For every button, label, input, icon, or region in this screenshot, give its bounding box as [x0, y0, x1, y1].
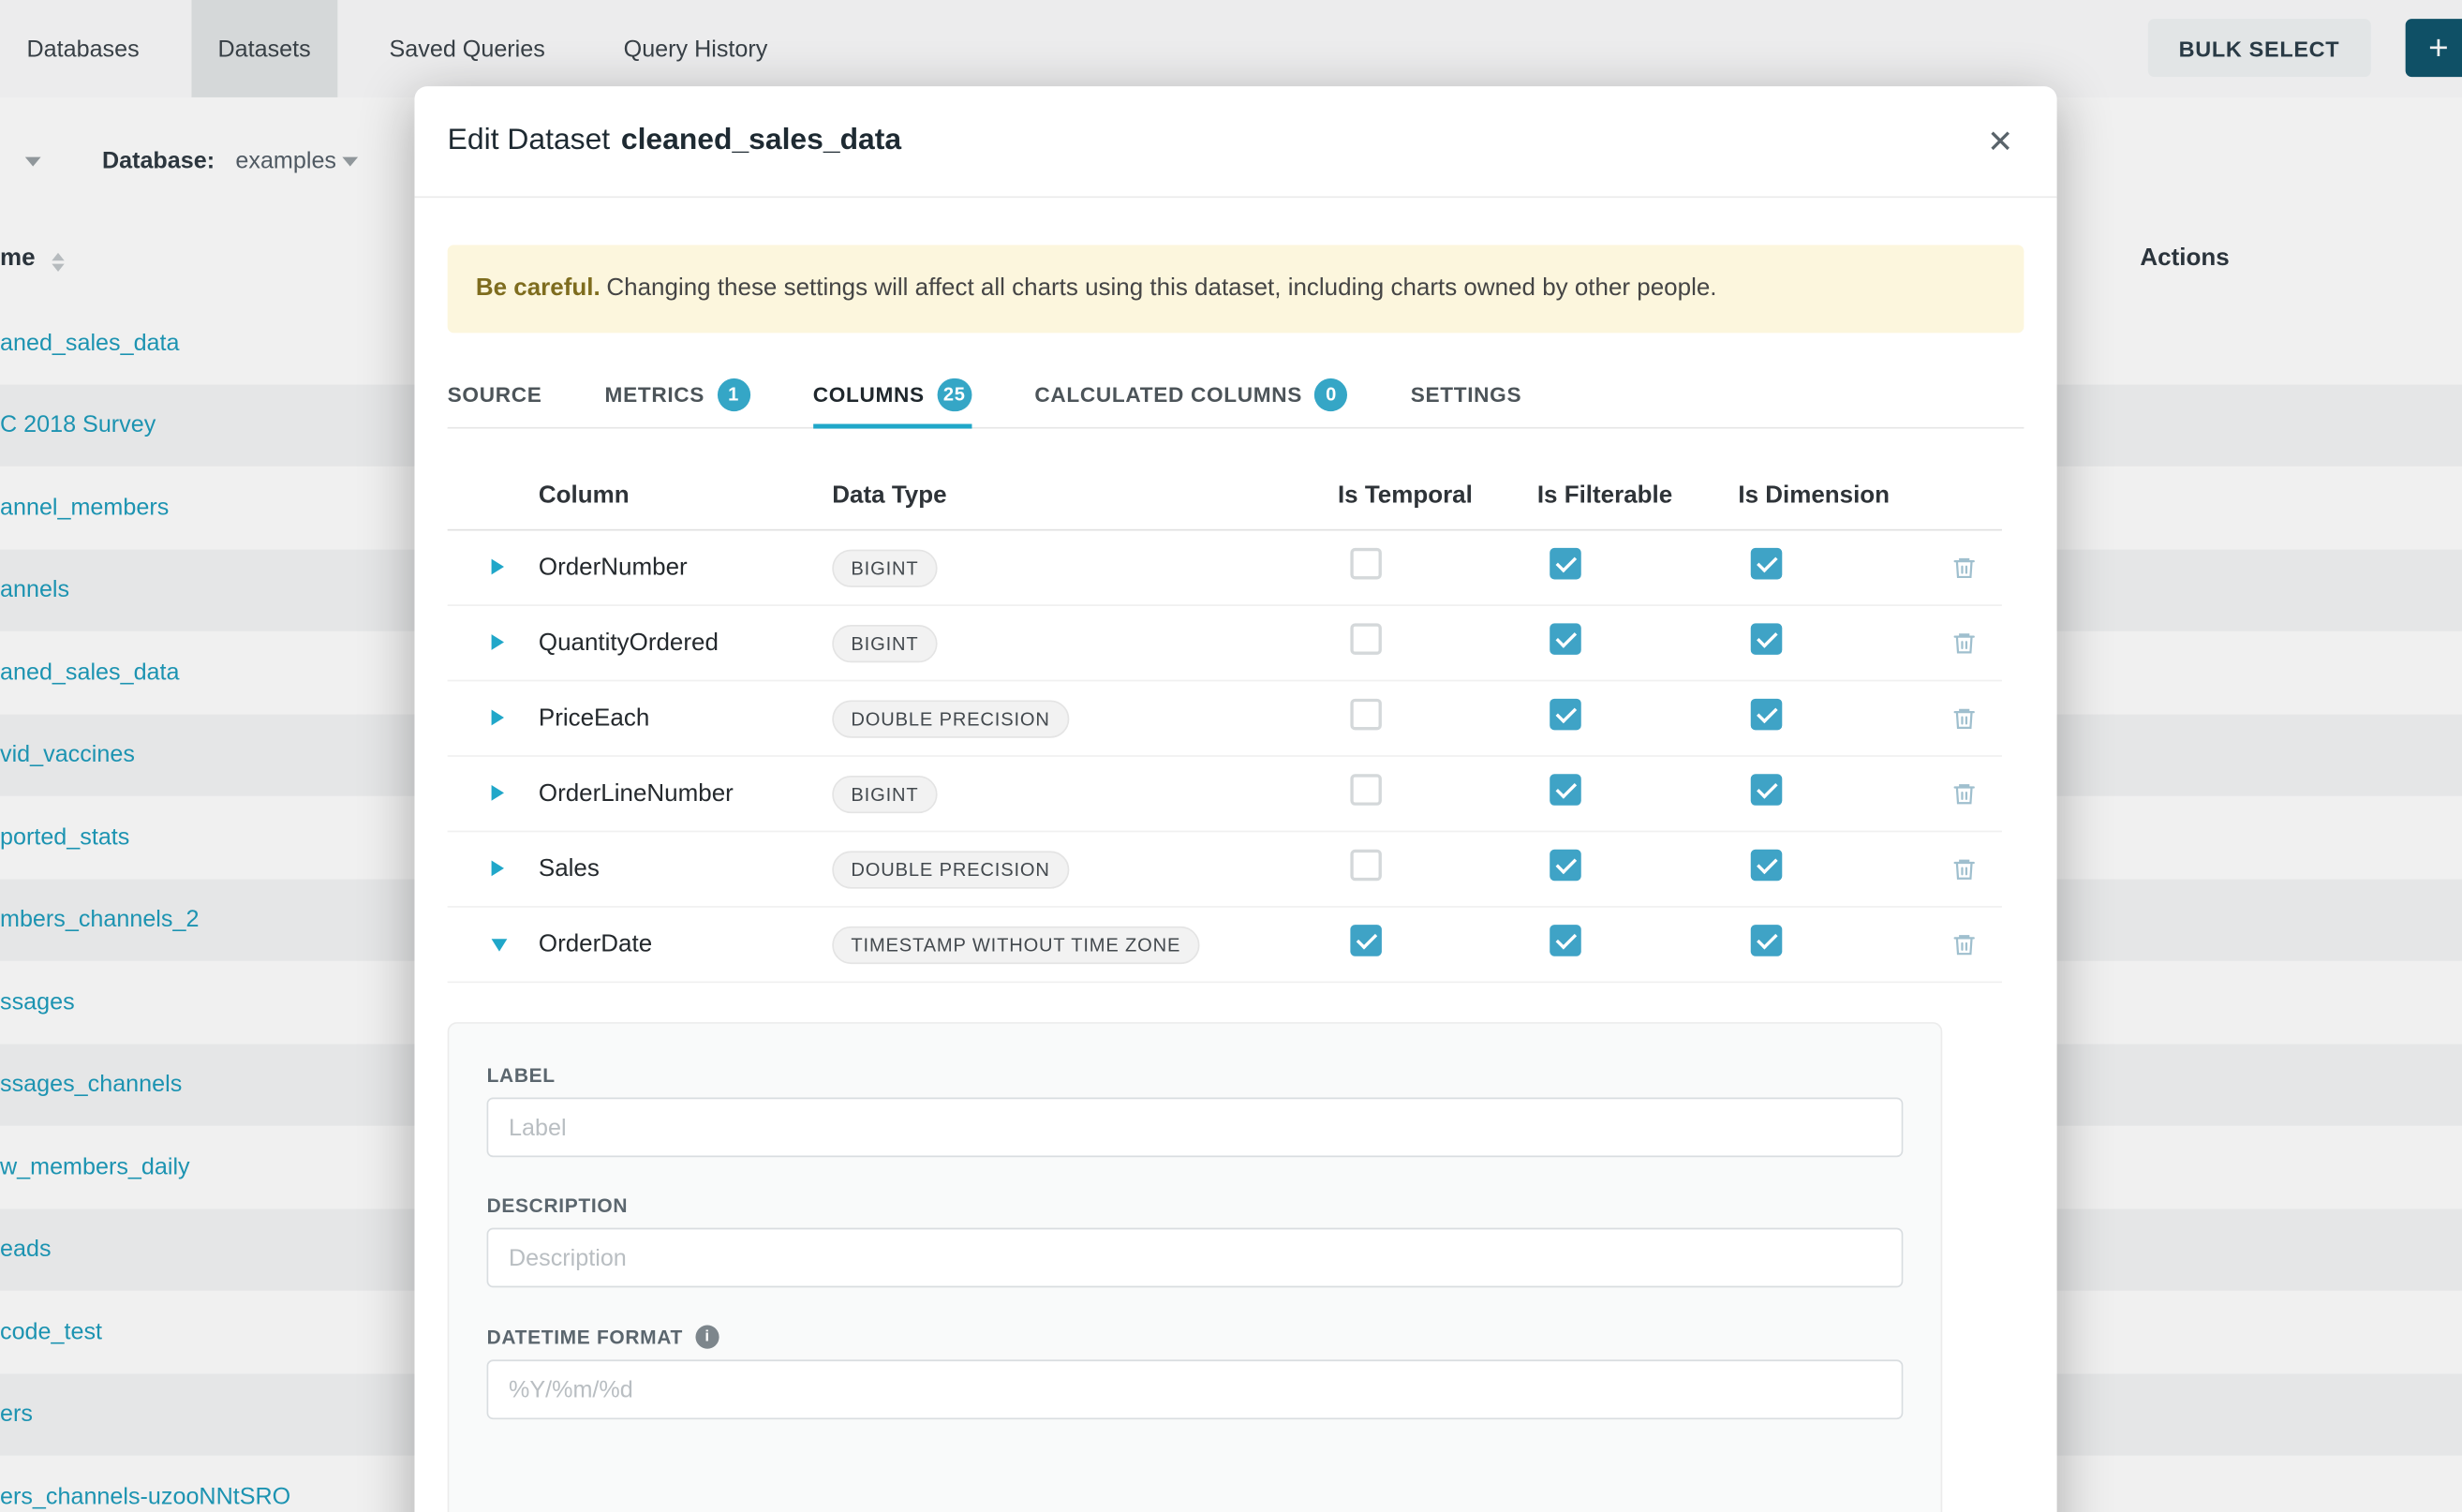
label-field-label: LABEL — [487, 1064, 1941, 1086]
delete-column-icon[interactable] — [1951, 705, 1977, 732]
data-type-pill: TIMESTAMP WITHOUT TIME ZONE — [832, 926, 1199, 963]
header-is-dimension: Is Dimension — [1738, 482, 1926, 511]
tab-badge: 25 — [937, 378, 971, 410]
is-filterable-checkbox[interactable] — [1550, 850, 1581, 882]
data-type-pill: DOUBLE PRECISION — [832, 700, 1069, 737]
column-name: Sales — [539, 855, 832, 883]
tab-calculated-columns[interactable]: CALCULATED COLUMNS 0 — [1034, 361, 1347, 426]
data-type-pill: BIGINT — [832, 624, 937, 661]
is-temporal-checkbox[interactable] — [1350, 925, 1382, 956]
close-icon[interactable]: ✕ — [1975, 116, 2025, 167]
tab-columns[interactable]: COLUMNS 25 — [813, 361, 972, 426]
tab-label: METRICS — [605, 382, 705, 406]
is-filterable-checkbox[interactable] — [1550, 925, 1581, 956]
delete-column-icon[interactable] — [1951, 555, 1977, 581]
collapse-caret-icon[interactable] — [492, 938, 508, 950]
delete-column-icon[interactable] — [1951, 780, 1977, 807]
tab-badge: 0 — [1314, 378, 1347, 410]
modal-title-dataset-name: cleaned_sales_data — [621, 124, 901, 156]
tab-badge: 1 — [717, 378, 749, 410]
label-input[interactable] — [487, 1098, 1904, 1158]
column-row: PriceEachDOUBLE PRECISION — [448, 681, 2002, 756]
tab-label: SOURCE — [448, 382, 542, 406]
tab-label: SETTINGS — [1411, 382, 1522, 406]
columns-table-header: Column Data Type Is Temporal Is Filterab… — [448, 463, 2002, 530]
is-dimension-checkbox[interactable] — [1751, 774, 1783, 806]
is-dimension-checkbox[interactable] — [1751, 925, 1783, 956]
data-type-pill: BIGINT — [832, 549, 937, 586]
column-name: QuantityOrdered — [539, 629, 832, 657]
warning-text: Changing these settings will affect all … — [606, 274, 1716, 301]
datetime-field-label: DATETIME FORMAT i — [487, 1326, 1941, 1349]
delete-column-icon[interactable] — [1951, 931, 1977, 957]
modal-header: Edit Dataset cleaned_sales_data ✕ — [414, 86, 2056, 198]
tab-source[interactable]: SOURCE — [448, 361, 542, 426]
header-is-temporal: Is Temporal — [1338, 482, 1537, 511]
is-temporal-checkbox[interactable] — [1350, 699, 1382, 731]
expand-caret-icon[interactable] — [492, 709, 504, 725]
columns-table: Column Data Type Is Temporal Is Filterab… — [448, 463, 2002, 983]
is-dimension-checkbox[interactable] — [1751, 850, 1783, 882]
data-type-pill: DOUBLE PRECISION — [832, 851, 1069, 888]
delete-column-icon[interactable] — [1951, 855, 1977, 882]
info-icon[interactable]: i — [695, 1326, 719, 1349]
expand-caret-icon[interactable] — [492, 558, 504, 574]
column-row: OrderNumberBIGINT — [448, 530, 2002, 605]
column-name: PriceEach — [539, 704, 832, 733]
modal-body: Be careful.Changing these settings will … — [414, 198, 2056, 1512]
is-filterable-checkbox[interactable] — [1550, 699, 1581, 731]
column-row: OrderDateTIMESTAMP WITHOUT TIME ZONE — [448, 908, 2002, 983]
column-name: OrderLineNumber — [539, 779, 832, 808]
description-input[interactable] — [487, 1228, 1904, 1288]
header-is-filterable: Is Filterable — [1537, 482, 1739, 511]
is-temporal-checkbox[interactable] — [1350, 623, 1382, 655]
column-detail-panel: LABEL DESCRIPTION DATETIME FORMAT i — [448, 1022, 1943, 1512]
is-filterable-checkbox[interactable] — [1550, 623, 1581, 655]
tab-label: COLUMNS — [813, 382, 925, 406]
warning-banner: Be careful.Changing these settings will … — [448, 245, 2024, 333]
column-row: SalesDOUBLE PRECISION — [448, 832, 2002, 907]
datetime-field-label-text: DATETIME FORMAT — [487, 1326, 683, 1347]
warning-bold-text: Be careful. — [476, 274, 601, 301]
page: DatabasesDatasetsSaved QueriesQuery Hist… — [0, 0, 2462, 1512]
header-data-type: Data Type — [832, 482, 1338, 511]
expand-caret-icon[interactable] — [492, 784, 504, 800]
header-column: Column — [539, 482, 832, 511]
delete-column-icon[interactable] — [1951, 630, 1977, 656]
is-filterable-checkbox[interactable] — [1550, 548, 1581, 580]
is-temporal-checkbox[interactable] — [1350, 774, 1382, 806]
is-temporal-checkbox[interactable] — [1350, 548, 1382, 580]
is-filterable-checkbox[interactable] — [1550, 774, 1581, 806]
tab-label: CALCULATED COLUMNS — [1034, 382, 1302, 406]
column-row: OrderLineNumberBIGINT — [448, 757, 2002, 832]
is-dimension-checkbox[interactable] — [1751, 623, 1783, 655]
column-name: OrderNumber — [539, 554, 832, 582]
is-dimension-checkbox[interactable] — [1751, 699, 1783, 731]
tab-metrics[interactable]: METRICS 1 — [605, 361, 750, 426]
modal-tabs: SOURCE METRICS 1 COLUMNS 25 CALCULATED COLUMN… — [448, 361, 2024, 428]
edit-dataset-modal: Edit Dataset cleaned_sales_data ✕ Be care… — [414, 86, 2056, 1512]
column-name: OrderDate — [539, 930, 832, 958]
description-field-label: DESCRIPTION — [487, 1194, 1941, 1216]
column-rows: OrderNumberBIGINTQuantityOrderedBIGINTPr… — [448, 530, 2002, 983]
expand-caret-icon[interactable] — [492, 860, 504, 876]
data-type-pill: BIGINT — [832, 775, 937, 812]
column-row: QuantityOrderedBIGINT — [448, 606, 2002, 681]
modal-title: Edit Dataset cleaned_sales_data — [448, 124, 901, 158]
is-dimension-checkbox[interactable] — [1751, 548, 1783, 580]
expand-caret-icon[interactable] — [492, 633, 504, 649]
datetime-format-input[interactable] — [487, 1359, 1904, 1419]
modal-title-prefix: Edit Dataset — [448, 124, 610, 156]
tab-settings[interactable]: SETTINGS — [1411, 361, 1522, 426]
is-temporal-checkbox[interactable] — [1350, 850, 1382, 882]
